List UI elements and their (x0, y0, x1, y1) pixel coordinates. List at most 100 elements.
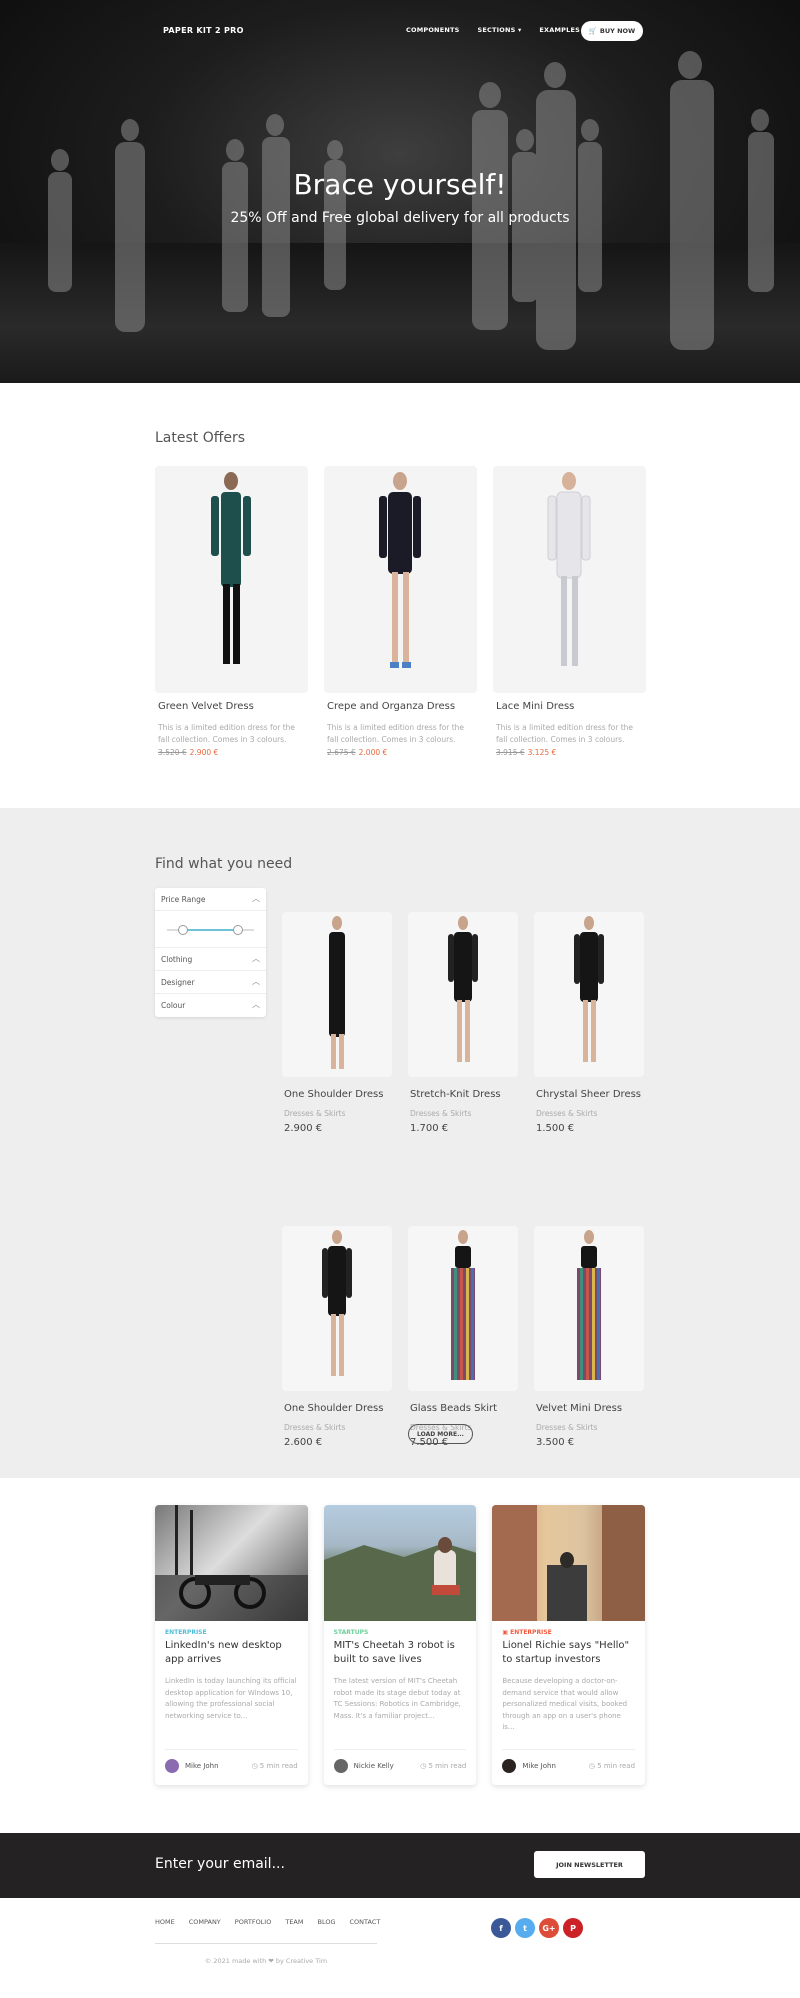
author-name[interactable]: Mike John (185, 1762, 219, 1770)
join-newsletter-button[interactable]: JOIN NEWSLETTER (534, 1851, 645, 1878)
read-time: ◷ 5 min read (251, 1762, 298, 1770)
slider-min-handle[interactable] (178, 925, 188, 935)
product-image (534, 1226, 644, 1391)
pinterest-icon[interactable]: P (563, 1918, 583, 1938)
product-card[interactable]: Glass Beads Skirt Dresses & Skirts 7.500… (408, 1226, 518, 1448)
blog-card[interactable]: STARTUPS MIT's Cheetah 3 robot is built … (323, 1505, 477, 1785)
avatar (165, 1759, 179, 1773)
post-title[interactable]: LinkedIn's new desktop app arrives (165, 1639, 298, 1667)
offer-card[interactable]: Green Velvet Dress This is a limited edi… (155, 466, 308, 757)
post-excerpt: The latest version of MIT's Cheetah robo… (333, 1677, 461, 1720)
buy-now-label: BUY NOW (599, 27, 636, 35)
hero-section: PAPER KIT 2 PRO COMPONENTS SECTIONS ▾ EX… (0, 0, 800, 383)
chevron-up-icon: ︿ (252, 954, 260, 963)
product-name: Crepe and Organza Dress (327, 701, 456, 712)
blog-card[interactable]: ▣ ENTERPRISE Lionel Richie says "Hello" … (492, 1505, 646, 1785)
filter-price-range[interactable]: Price Range ︿ (155, 888, 266, 911)
brand-logo[interactable]: PAPER KIT 2 PRO (163, 26, 244, 35)
product-price: 2.900 € (284, 1123, 323, 1134)
filter-panel: Price Range ︿ Clothing ︿ Designer ︿ Colour ︿ (155, 888, 266, 1017)
footer-link-contact[interactable]: CONTACT (350, 1918, 381, 1926)
blog-section: ENTERPRISE LinkedIn's new desktop app ar… (0, 1478, 800, 1833)
nav-link-components[interactable]: COMPONENTS (406, 26, 460, 34)
footer-links: HOME COMPANY PORTFOLIO TEAM BLOG CONTACT (155, 1918, 394, 1926)
filter-designer[interactable]: Designer ︿ (155, 971, 266, 994)
product-name: Glass Beads Skirt (410, 1403, 498, 1414)
nav-link-examples[interactable]: EXAMPLES ▾ (539, 26, 586, 34)
product-card[interactable]: Stretch-Knit Dress Dresses & Skirts 1.70… (408, 912, 518, 1134)
filter-clothing[interactable]: Clothing ︿ (155, 948, 266, 971)
social-buttons: f t G+ P (491, 1918, 583, 1938)
product-image (534, 912, 644, 1077)
product-name: Lace Mini Dress (496, 701, 575, 712)
product-description: This is a limited edition dress for the … (496, 723, 634, 744)
offer-card[interactable]: Lace Mini Dress This is a limited editio… (493, 466, 646, 757)
product-name: Green Velvet Dress (158, 701, 254, 712)
post-footer: Nickie Kelly ◷ 5 min read (333, 1749, 467, 1775)
buy-now-button[interactable]: 🛒 BUY NOW (581, 21, 643, 41)
post-category: STARTUPS (333, 1629, 369, 1636)
twitter-icon[interactable]: t (515, 1918, 535, 1938)
product-name: One Shoulder Dress (284, 1089, 384, 1100)
product-price: 2.600 € (284, 1437, 323, 1448)
avatar (333, 1759, 348, 1773)
price-range-slider[interactable] (155, 911, 266, 948)
product-category: Dresses & Skirts (284, 1109, 346, 1118)
copyright: © 2021 made with ❤ by Creative Tim (204, 1957, 328, 1965)
facebook-icon[interactable]: f (491, 1918, 511, 1938)
post-title[interactable]: MIT's Cheetah 3 robot is built to save l… (334, 1639, 467, 1667)
author-name[interactable]: Mike John (522, 1762, 556, 1770)
navbar: PAPER KIT 2 PRO COMPONENTS SECTIONS ▾ EX… (0, 0, 800, 62)
product-card[interactable]: Velvet Mini Dress Dresses & Skirts 3.500… (534, 1226, 644, 1448)
section-title: Find what you need (155, 856, 293, 872)
blog-card[interactable]: ENTERPRISE LinkedIn's new desktop app ar… (155, 1505, 308, 1785)
old-price: 2.675 € (327, 748, 356, 757)
post-category: ▣ ENTERPRISE (502, 1629, 552, 1636)
product-image (493, 466, 646, 693)
email-input[interactable]: Enter your email... (155, 1856, 285, 1872)
post-title[interactable]: Lionel Richie says "Hello" to startup in… (502, 1639, 635, 1667)
slider-fill (183, 929, 238, 931)
product-price: 3.915 €3.125 € (496, 748, 643, 757)
product-image (282, 912, 392, 1077)
read-time: ◷ 5 min read (420, 1762, 467, 1770)
product-image (324, 466, 477, 693)
product-card[interactable]: One Shoulder Dress Dresses & Skirts 2.90… (282, 912, 392, 1134)
product-card[interactable]: One Shoulder Dress Dresses & Skirts 2.60… (282, 1226, 392, 1448)
footer-link-team[interactable]: TEAM (285, 1918, 303, 1926)
nav-link-sections[interactable]: SECTIONS ▾ (478, 26, 522, 34)
load-more-button[interactable]: LOAD MORE... (408, 1424, 473, 1444)
footer-link-company[interactable]: COMPANY (189, 1918, 221, 1926)
product-image (408, 912, 518, 1077)
blog-image (155, 1505, 308, 1621)
chevron-up-icon: ︿ (252, 977, 260, 986)
offer-card[interactable]: Crepe and Organza Dress This is a limite… (324, 466, 477, 757)
product-description: This is a limited edition dress for the … (327, 723, 465, 744)
product-image (408, 1226, 518, 1391)
latest-offers-section: Latest Offers Green Velvet Dress This is… (0, 383, 800, 808)
nav-links: COMPONENTS SECTIONS ▾ EXAMPLES ▾ (406, 26, 604, 34)
author-name[interactable]: Nickie Kelly (354, 1762, 394, 1770)
cart-icon: 🛒 (588, 27, 597, 35)
product-description: This is a limited edition dress for the … (158, 723, 296, 744)
document-icon: ▣ (502, 1629, 511, 1636)
product-grid: One Shoulder Dress Dresses & Skirts 2.90… (282, 912, 644, 1448)
slider-max-handle[interactable] (233, 925, 243, 935)
footer-link-portfolio[interactable]: PORTFOLIO (235, 1918, 272, 1926)
product-image (282, 1226, 392, 1391)
google-plus-icon[interactable]: G+ (539, 1918, 559, 1938)
footer-link-home[interactable]: HOME (155, 1918, 175, 1926)
product-price: 1.700 € (410, 1123, 449, 1134)
footer-divider (155, 1943, 377, 1944)
product-category: Dresses & Skirts (536, 1109, 598, 1118)
product-image (155, 466, 308, 693)
product-card[interactable]: Chrystal Sheer Dress Dresses & Skirts 1.… (534, 912, 644, 1134)
product-name: Velvet Mini Dress (536, 1403, 623, 1414)
new-price: 2.000 € (358, 748, 388, 757)
read-time: ◷ 5 min read (588, 1762, 636, 1770)
blog-image (323, 1505, 477, 1621)
filter-label: Designer (161, 978, 195, 987)
footer-link-blog[interactable]: BLOG (317, 1918, 335, 1926)
hero-title: Brace yourself! (293, 168, 507, 201)
filter-colour[interactable]: Colour ︿ (155, 994, 266, 1017)
